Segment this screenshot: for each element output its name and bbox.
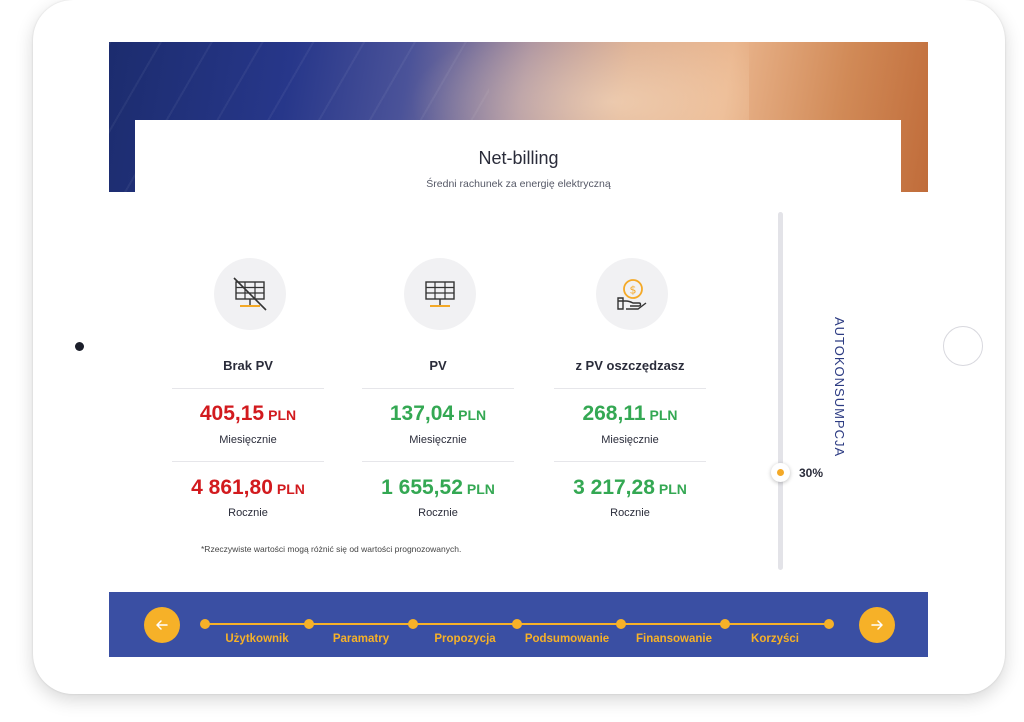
divider (362, 388, 514, 389)
step-dot[interactable] (512, 619, 522, 629)
column-label: z PV oszczędzasz (575, 358, 685, 373)
step-propozycja[interactable]: Propozycja (434, 633, 495, 645)
page-subtitle: Średni rachunek za energię elektryczną (426, 178, 611, 190)
step-dot[interactable] (408, 619, 418, 629)
yearly-label: Rocznie (418, 507, 458, 519)
step-dot[interactable] (304, 619, 314, 629)
monthly-amount: 137,04 PLN (389, 402, 487, 425)
step-paramatry[interactable]: Paramatry (333, 633, 389, 645)
app-screen: Net-billing Średni rachunek za energię e… (109, 42, 928, 657)
yearly-amount: 3 217,28 PLN (573, 476, 687, 499)
step-dot[interactable] (200, 619, 210, 629)
arrow-right-icon (871, 620, 883, 630)
monthly-label: Miesięcznie (219, 434, 277, 446)
monthly-label: Miesięcznie (601, 434, 659, 446)
step-dot[interactable] (616, 619, 626, 629)
divider (554, 461, 706, 462)
svg-text:$: $ (630, 284, 637, 297)
step-navigation: Użytkownik Paramatry Propozycja Podsumow… (109, 592, 928, 657)
step-finansowanie[interactable]: Finansowanie (636, 633, 712, 645)
footnote: *Rzeczywiste wartości mogą różnić się od… (201, 544, 462, 554)
autoconsumption-label: AUTOKONSUMPCJA (832, 317, 847, 458)
solar-panel-crossed-icon (214, 258, 286, 330)
autoconsumption-value: 30% (799, 466, 824, 480)
divider (362, 461, 514, 462)
step-korzysci[interactable]: Korzyści (751, 633, 799, 645)
yearly-amount: 4 861,80 PLN (191, 476, 305, 499)
arrow-left-icon (156, 620, 168, 630)
previous-step-button[interactable] (144, 607, 180, 643)
page-title: Net-billing (478, 148, 559, 168)
hand-coin-icon: $ (596, 258, 668, 330)
autoconsumption-slider-track[interactable] (778, 212, 783, 570)
monthly-amount: 268,11 PLN (582, 402, 678, 425)
yearly-label: Rocznie (228, 507, 268, 519)
tablet-camera (75, 342, 84, 351)
divider (554, 388, 706, 389)
divider (172, 388, 324, 389)
divider (172, 461, 324, 462)
tablet-home-button (943, 326, 983, 366)
step-dot[interactable] (824, 619, 834, 629)
column-label: Brak PV (223, 358, 273, 373)
step-podsumowanie[interactable]: Podsumowanie (525, 633, 609, 645)
yearly-amount: 1 655,52 PLN (381, 476, 495, 499)
yearly-label: Rocznie (610, 507, 650, 519)
column-label: PV (429, 358, 447, 373)
step-dot[interactable] (720, 619, 730, 629)
autoconsumption-slider-handle[interactable] (771, 463, 790, 482)
step-uzytkownik[interactable]: Użytkownik (225, 633, 288, 645)
monthly-label: Miesięcznie (409, 434, 467, 446)
header-card (135, 120, 901, 220)
solar-panel-icon (404, 258, 476, 330)
monthly-amount: 405,15 PLN (199, 402, 297, 425)
next-step-button[interactable] (859, 607, 895, 643)
